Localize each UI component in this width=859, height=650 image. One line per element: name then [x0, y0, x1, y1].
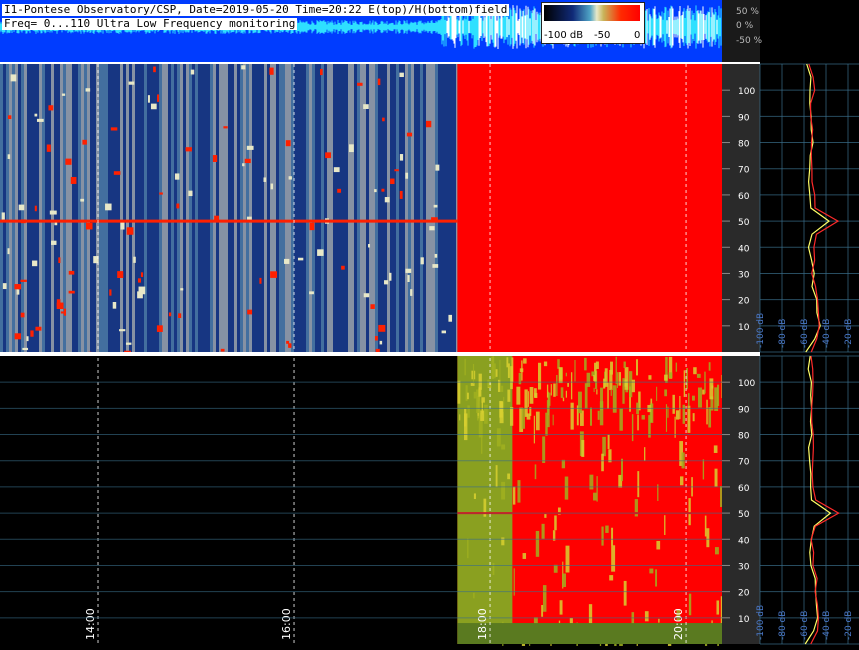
h-field-tick-label: 70	[738, 458, 750, 468]
e-field-tick-label: 30	[738, 270, 750, 280]
e-field-tick-label: 100	[738, 87, 755, 97]
e-field-profile-panel	[760, 64, 859, 352]
e-field-tick-label: 10	[738, 323, 750, 333]
e-field-profile-tick-label: -80 dB	[778, 319, 788, 348]
e-field-tick-label: 40	[738, 244, 750, 254]
e-field-profile-tick-label: -100 dB	[756, 313, 766, 348]
header-subtitle: Freq= 0...110 Ultra Low Frequency monito…	[2, 17, 298, 30]
h-field-profile-tick-label: -60 dB	[800, 611, 810, 640]
colorbar-label-min: -100 dB	[544, 30, 584, 41]
h-field-tick-label: 80	[738, 432, 750, 442]
h-field-profile-tick-label: -80 dB	[778, 611, 788, 640]
separator-mid	[0, 352, 760, 356]
h-field-profile-tick-label: -20 dB	[844, 611, 854, 640]
colorbar-label-max: 0	[634, 30, 641, 41]
amplitude-label-pos: 50 %	[736, 7, 759, 17]
e-field-profile-tick-label: -20 dB	[844, 319, 854, 348]
e-field-tick-label: 50	[738, 218, 750, 228]
h-field-tick-label: 50	[738, 510, 750, 520]
time-tick-label: 16:00	[280, 608, 293, 640]
e-field-axis	[722, 64, 760, 352]
h-field-profile-panel	[760, 356, 859, 644]
e-field-profile-tick-label: -60 dB	[800, 319, 810, 348]
h-field-tick-label: 20	[738, 589, 750, 599]
colorbar-label-mid: -50	[594, 30, 611, 41]
time-tick-label: 20:00	[672, 608, 685, 640]
colorbar-legend: -100 dB -50 0	[541, 2, 645, 44]
h-field-axis	[722, 356, 760, 644]
amplitude-label-neg: -50 %	[736, 36, 763, 46]
h-field-profile-tick-label: -100 dB	[756, 605, 766, 640]
spectrogram-figure: 14:00 16:00 18:00 20:00 10 20 30 40 50 60 70 80 90 10…	[0, 0, 859, 650]
separator-top	[0, 62, 760, 64]
h-field-tick-label: 10	[738, 615, 750, 625]
h-field-profile-tick-label: -40 dB	[822, 611, 832, 640]
header-title: I1-Pontese Observatory/CSP, Date=2019-05…	[2, 3, 510, 16]
e-field-tick-label: 90	[738, 113, 750, 123]
time-tick-label: 18:00	[476, 608, 489, 640]
colorbar-gradient	[544, 5, 640, 21]
e-field-tick-label: 60	[738, 192, 750, 202]
h-field-tick-label: 40	[738, 536, 750, 546]
amplitude-label-zero: 0 %	[736, 21, 754, 31]
e-field-saturated-region	[457, 64, 722, 352]
h-field-tick-label: 100	[738, 379, 755, 389]
monitoring-display: 14:00 16:00 18:00 20:00 10 20 30 40 50 60 70 80 90 10…	[0, 0, 859, 650]
h-field-tick-label: 30	[738, 562, 750, 572]
h-field-tick-label: 90	[738, 405, 750, 415]
h-field-tick-label: 60	[738, 484, 750, 494]
e-field-tick-label: 80	[738, 140, 750, 150]
time-tick-label: 14:00	[84, 608, 97, 640]
e-field-tick-label: 70	[738, 166, 750, 176]
e-field-tick-label: 20	[738, 297, 750, 307]
e-field-profile-tick-label: -40 dB	[822, 319, 832, 348]
